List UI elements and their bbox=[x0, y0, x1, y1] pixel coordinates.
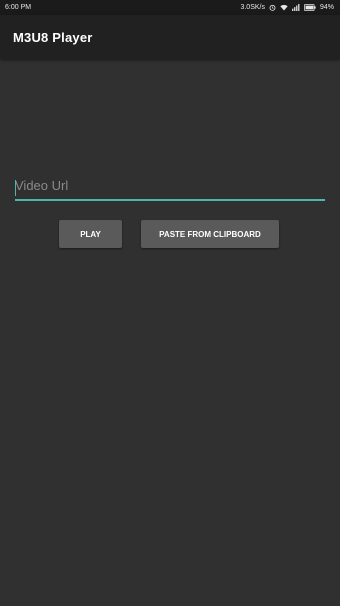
wifi-icon bbox=[280, 4, 288, 11]
status-bar: 6:00 PM 3.0SK/s 94% bbox=[0, 0, 340, 15]
battery-percent: 94% bbox=[319, 4, 334, 11]
app-bar: M3U8 Player bbox=[0, 15, 340, 59]
battery-icon bbox=[303, 4, 316, 11]
text-cursor bbox=[15, 180, 16, 196]
app-title: M3U8 Player bbox=[13, 29, 93, 45]
signal-icon bbox=[292, 4, 300, 11]
status-icons: 3.0SK/s 94% bbox=[240, 4, 334, 11]
video-url-input[interactable] bbox=[15, 175, 325, 201]
network-speed: 3.0SK/s bbox=[240, 4, 265, 11]
paste-from-clipboard-button[interactable]: PASTE FROM CLIPBOARD bbox=[141, 220, 279, 248]
alarm-icon bbox=[269, 4, 276, 11]
status-time: 6:00 PM bbox=[5, 4, 32, 11]
play-button[interactable]: PLAY bbox=[59, 220, 122, 248]
